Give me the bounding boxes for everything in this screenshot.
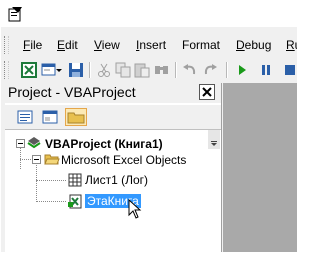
- title-bar: [1, 1, 297, 27]
- toolbar-grip[interactable]: [4, 61, 9, 79]
- toggle-folders-icon[interactable]: [65, 108, 87, 126]
- close-icon: [202, 87, 212, 97]
- menu-file[interactable]: File: [23, 38, 42, 52]
- tree-root-label[interactable]: VBAProject (Книга1): [45, 137, 163, 151]
- toolbar-separator: [89, 62, 91, 78]
- save-icon[interactable]: [67, 61, 85, 79]
- mouse-cursor-icon: [128, 198, 142, 219]
- menu-edit[interactable]: Edit: [57, 38, 78, 52]
- tree-connector: [36, 165, 37, 202]
- vbaproject-icon: [26, 135, 42, 151]
- menu-bar: File Edit View Insert Format Debug Ru: [1, 34, 297, 56]
- paste-icon[interactable]: [133, 61, 151, 79]
- toolbar-separator: [175, 62, 177, 78]
- tree-folder-label[interactable]: Microsoft Excel Objects: [61, 153, 186, 167]
- vba-editor-icon[interactable]: [8, 6, 24, 22]
- worksheet-icon: [67, 172, 83, 188]
- redo-icon[interactable]: [201, 61, 219, 79]
- close-button[interactable]: [199, 84, 215, 100]
- tree-connector: [36, 201, 66, 202]
- excel-icon[interactable]: [20, 61, 38, 79]
- menu-run[interactable]: Ru: [286, 38, 297, 52]
- reset-icon[interactable]: [281, 61, 297, 79]
- project-tree: VBAProject (Книга1) Microsoft Excel Obje…: [5, 133, 219, 252]
- menubar-grip[interactable]: [4, 36, 9, 54]
- folder-open-icon: [44, 151, 60, 167]
- view-object-icon[interactable]: [41, 108, 59, 126]
- cut-icon[interactable]: [95, 61, 113, 79]
- toolbar-separator: [226, 62, 228, 78]
- run-icon[interactable]: [233, 61, 251, 79]
- project-explorer-header: Project - VBAProject: [5, 83, 221, 103]
- menu-view[interactable]: View: [94, 38, 120, 52]
- undo-icon[interactable]: [181, 61, 199, 79]
- copy-icon[interactable]: [114, 61, 132, 79]
- tree-collapse-toggle[interactable]: [32, 155, 41, 164]
- project-explorer-toolbar: [5, 105, 221, 149]
- project-explorer-title: Project - VBAProject: [8, 84, 136, 100]
- tree-collapse-toggle[interactable]: [16, 139, 25, 148]
- code-window-area[interactable]: [223, 83, 297, 252]
- tree-connector: [20, 159, 31, 160]
- vba-editor-window: File Edit View Insert Format Debug Ru: [1, 1, 297, 252]
- menu-insert[interactable]: Insert: [136, 38, 166, 52]
- standard-toolbar: [1, 59, 297, 81]
- view-code-icon[interactable]: [16, 108, 34, 126]
- menu-debug[interactable]: Debug: [236, 38, 271, 52]
- break-icon[interactable]: [257, 61, 275, 79]
- workbook-icon: [67, 193, 83, 209]
- tree-item-sheet1[interactable]: Лист1 (Лог): [85, 173, 148, 187]
- find-icon[interactable]: [153, 61, 171, 79]
- menu-format[interactable]: Format: [182, 38, 220, 52]
- project-explorer: Project - VBAProject VBAProject (Книга1)…: [5, 83, 222, 252]
- tree-connector: [20, 147, 21, 169]
- tree-connector: [36, 180, 66, 181]
- dropdown-arrow-icon[interactable]: [54, 61, 64, 79]
